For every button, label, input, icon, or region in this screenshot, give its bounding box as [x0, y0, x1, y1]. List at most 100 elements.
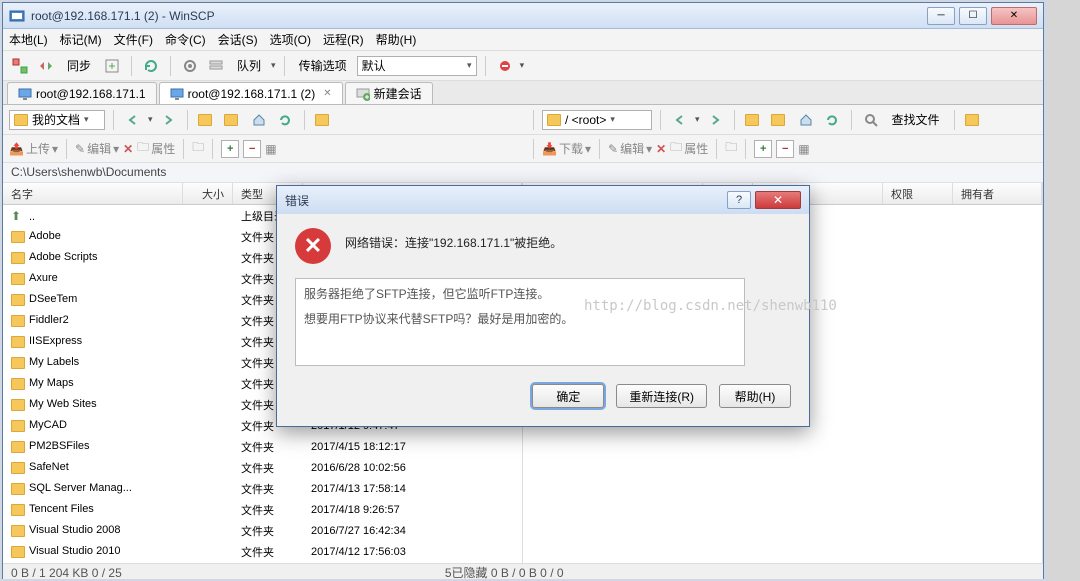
props-remote-btn[interactable]: 🗀 属性	[670, 138, 708, 159]
local-bookmark-icon[interactable]	[313, 109, 335, 131]
app-icon	[9, 8, 25, 24]
dialog-help-icon[interactable]: ?	[727, 191, 751, 209]
folder-icon	[11, 231, 25, 243]
list-item[interactable]: Visual Studio 2008文件夹2016/7/27 16:42:34	[3, 520, 522, 541]
close-button[interactable]: ✕	[991, 7, 1037, 25]
tab-session-1[interactable]: root@192.168.171.1	[7, 82, 157, 104]
menu-remote[interactable]: 远程(R)	[323, 31, 364, 48]
monitor-icon	[18, 87, 32, 101]
select-toggle-icon[interactable]: ▦	[265, 142, 276, 156]
folder-icon	[11, 294, 25, 306]
find-icon[interactable]	[860, 109, 882, 131]
download-btn[interactable]: 📥 下载 ▾	[542, 140, 591, 157]
list-item[interactable]: SafeNet文件夹2016/6/28 10:02:56	[3, 457, 522, 478]
ok-button[interactable]: 确定	[532, 384, 604, 408]
minimize-button[interactable]: ─	[927, 7, 955, 25]
newfolder-icon[interactable]: 🗀	[192, 138, 204, 159]
window-title: root@192.168.171.1 (2) - WinSCP	[31, 9, 923, 23]
col-perm[interactable]: 权限	[883, 183, 953, 204]
newfolder-remote-icon[interactable]: 🗀	[725, 138, 737, 159]
transfer-label: 传输选项	[293, 55, 353, 76]
folder-icon	[11, 483, 25, 495]
edit-btn[interactable]: ✎ 编辑 ▾	[75, 140, 119, 157]
delete-icon[interactable]: ✕	[123, 142, 133, 156]
tab-close-icon[interactable]: ✕	[323, 88, 331, 99]
menu-command[interactable]: 命令(C)	[165, 31, 206, 48]
select-toggle-remote-icon[interactable]: ▦	[798, 142, 809, 156]
remote-back-icon[interactable]	[669, 109, 691, 131]
remote-up-icon[interactable]	[743, 109, 765, 131]
local-root-icon[interactable]	[222, 109, 244, 131]
tab-session-2[interactable]: root@192.168.171.1 (2) ✕	[159, 82, 343, 104]
list-item[interactable]: PM2BSFiles文件夹2017/4/15 18:12:17	[3, 436, 522, 457]
folder-icon	[11, 504, 25, 516]
session-tabs: root@192.168.171.1 root@192.168.171.1 (2…	[3, 81, 1043, 105]
menubar: 本地(L) 标记(M) 文件(F) 命令(C) 会话(S) 选项(O) 远程(R…	[3, 29, 1043, 51]
transfer-preset-combo[interactable]: 默认▾	[357, 56, 477, 76]
col-size[interactable]: 大小	[183, 183, 233, 204]
status-right: 5已隐藏 0 B / 0 B 0 / 0	[445, 566, 564, 580]
select-plus-btn[interactable]: +	[221, 140, 239, 158]
folder-icon	[11, 525, 25, 537]
props-btn[interactable]: 🗀 属性	[137, 138, 175, 159]
dialog-detail[interactable]: 服务器拒绝了SFTP连接，但它监听FTP连接。 想要用FTP协议来代替SFTP吗…	[295, 278, 745, 366]
select-minus-remote-btn[interactable]: −	[776, 140, 794, 158]
menu-file[interactable]: 文件(F)	[114, 31, 153, 48]
list-item[interactable]: SQL Server Manag...文件夹2017/4/13 17:58:14	[3, 478, 522, 499]
list-item[interactable]: Tencent Files文件夹2017/4/18 9:26:57	[3, 499, 522, 520]
remote-bookmark-icon[interactable]	[963, 109, 985, 131]
dialog-close-icon[interactable]: ✕	[755, 191, 801, 209]
compare-icon[interactable]	[35, 55, 57, 77]
queue-icon[interactable]	[205, 55, 227, 77]
folder-icon	[11, 273, 25, 285]
edit-remote-btn[interactable]: ✎ 编辑 ▾	[608, 140, 652, 157]
local-fwd-icon[interactable]	[157, 109, 179, 131]
local-breadcrumb: C:\Users\shenwb\Documents	[3, 163, 1043, 183]
gear-icon[interactable]	[179, 55, 201, 77]
disconnect-icon[interactable]	[494, 55, 516, 77]
refresh-icon[interactable]	[140, 55, 162, 77]
remote-home-icon[interactable]	[795, 109, 817, 131]
help-button[interactable]: 帮助(H)	[719, 384, 791, 408]
folder-icon	[11, 420, 25, 432]
titlebar[interactable]: root@192.168.171.1 (2) - WinSCP ─ ☐ ✕	[3, 3, 1043, 29]
folder-icon	[547, 114, 561, 126]
tab-new-session[interactable]: 新建会话	[345, 82, 433, 104]
col-owner[interactable]: 拥有者	[953, 183, 1042, 204]
menu-mark[interactable]: 标记(M)	[60, 31, 102, 48]
local-back-icon[interactable]	[122, 109, 144, 131]
menu-help[interactable]: 帮助(H)	[376, 31, 417, 48]
folder-icon	[11, 441, 25, 453]
remote-refresh-icon[interactable]	[821, 109, 843, 131]
remote-path-combo[interactable]: / <root>▾	[542, 110, 652, 130]
list-item[interactable]: Visual Studio 2010文件夹2017/4/12 17:56:03	[3, 541, 522, 562]
menu-session[interactable]: 会话(S)	[218, 31, 258, 48]
folder-icon	[11, 315, 25, 327]
find-label[interactable]: 查找文件	[886, 109, 946, 130]
maximize-button[interactable]: ☐	[959, 7, 987, 25]
sync-label[interactable]: 同步	[61, 55, 97, 76]
select-plus-remote-btn[interactable]: +	[754, 140, 772, 158]
select-minus-btn[interactable]: −	[243, 140, 261, 158]
sync-browse-icon[interactable]	[9, 55, 31, 77]
queue-label[interactable]: 队列	[231, 55, 267, 76]
delete-remote-icon[interactable]: ✕	[656, 142, 666, 156]
sync-dirs-icon[interactable]	[101, 55, 123, 77]
upload-btn[interactable]: 📤 上传 ▾	[9, 140, 58, 157]
folder-icon	[11, 462, 25, 474]
remote-fwd-icon[interactable]	[704, 109, 726, 131]
dialog-titlebar[interactable]: 错误 ? ✕	[277, 186, 809, 214]
remote-root-icon[interactable]	[769, 109, 791, 131]
dialog-message: 网络错误：连接"192.168.171.1"被拒绝。	[345, 228, 562, 251]
local-path-combo[interactable]: 我的文档▾	[9, 110, 105, 130]
dialog-title: 错误	[285, 192, 309, 209]
local-refresh-icon[interactable]	[274, 109, 296, 131]
local-home-icon[interactable]	[248, 109, 270, 131]
menu-option[interactable]: 选项(O)	[270, 31, 311, 48]
col-name[interactable]: 名字	[3, 183, 183, 204]
folder-icon	[14, 114, 28, 126]
menu-local[interactable]: 本地(L)	[9, 31, 48, 48]
reconnect-button[interactable]: 重新连接(R)	[616, 384, 707, 408]
local-up-icon[interactable]	[196, 109, 218, 131]
folder-icon	[11, 399, 25, 411]
